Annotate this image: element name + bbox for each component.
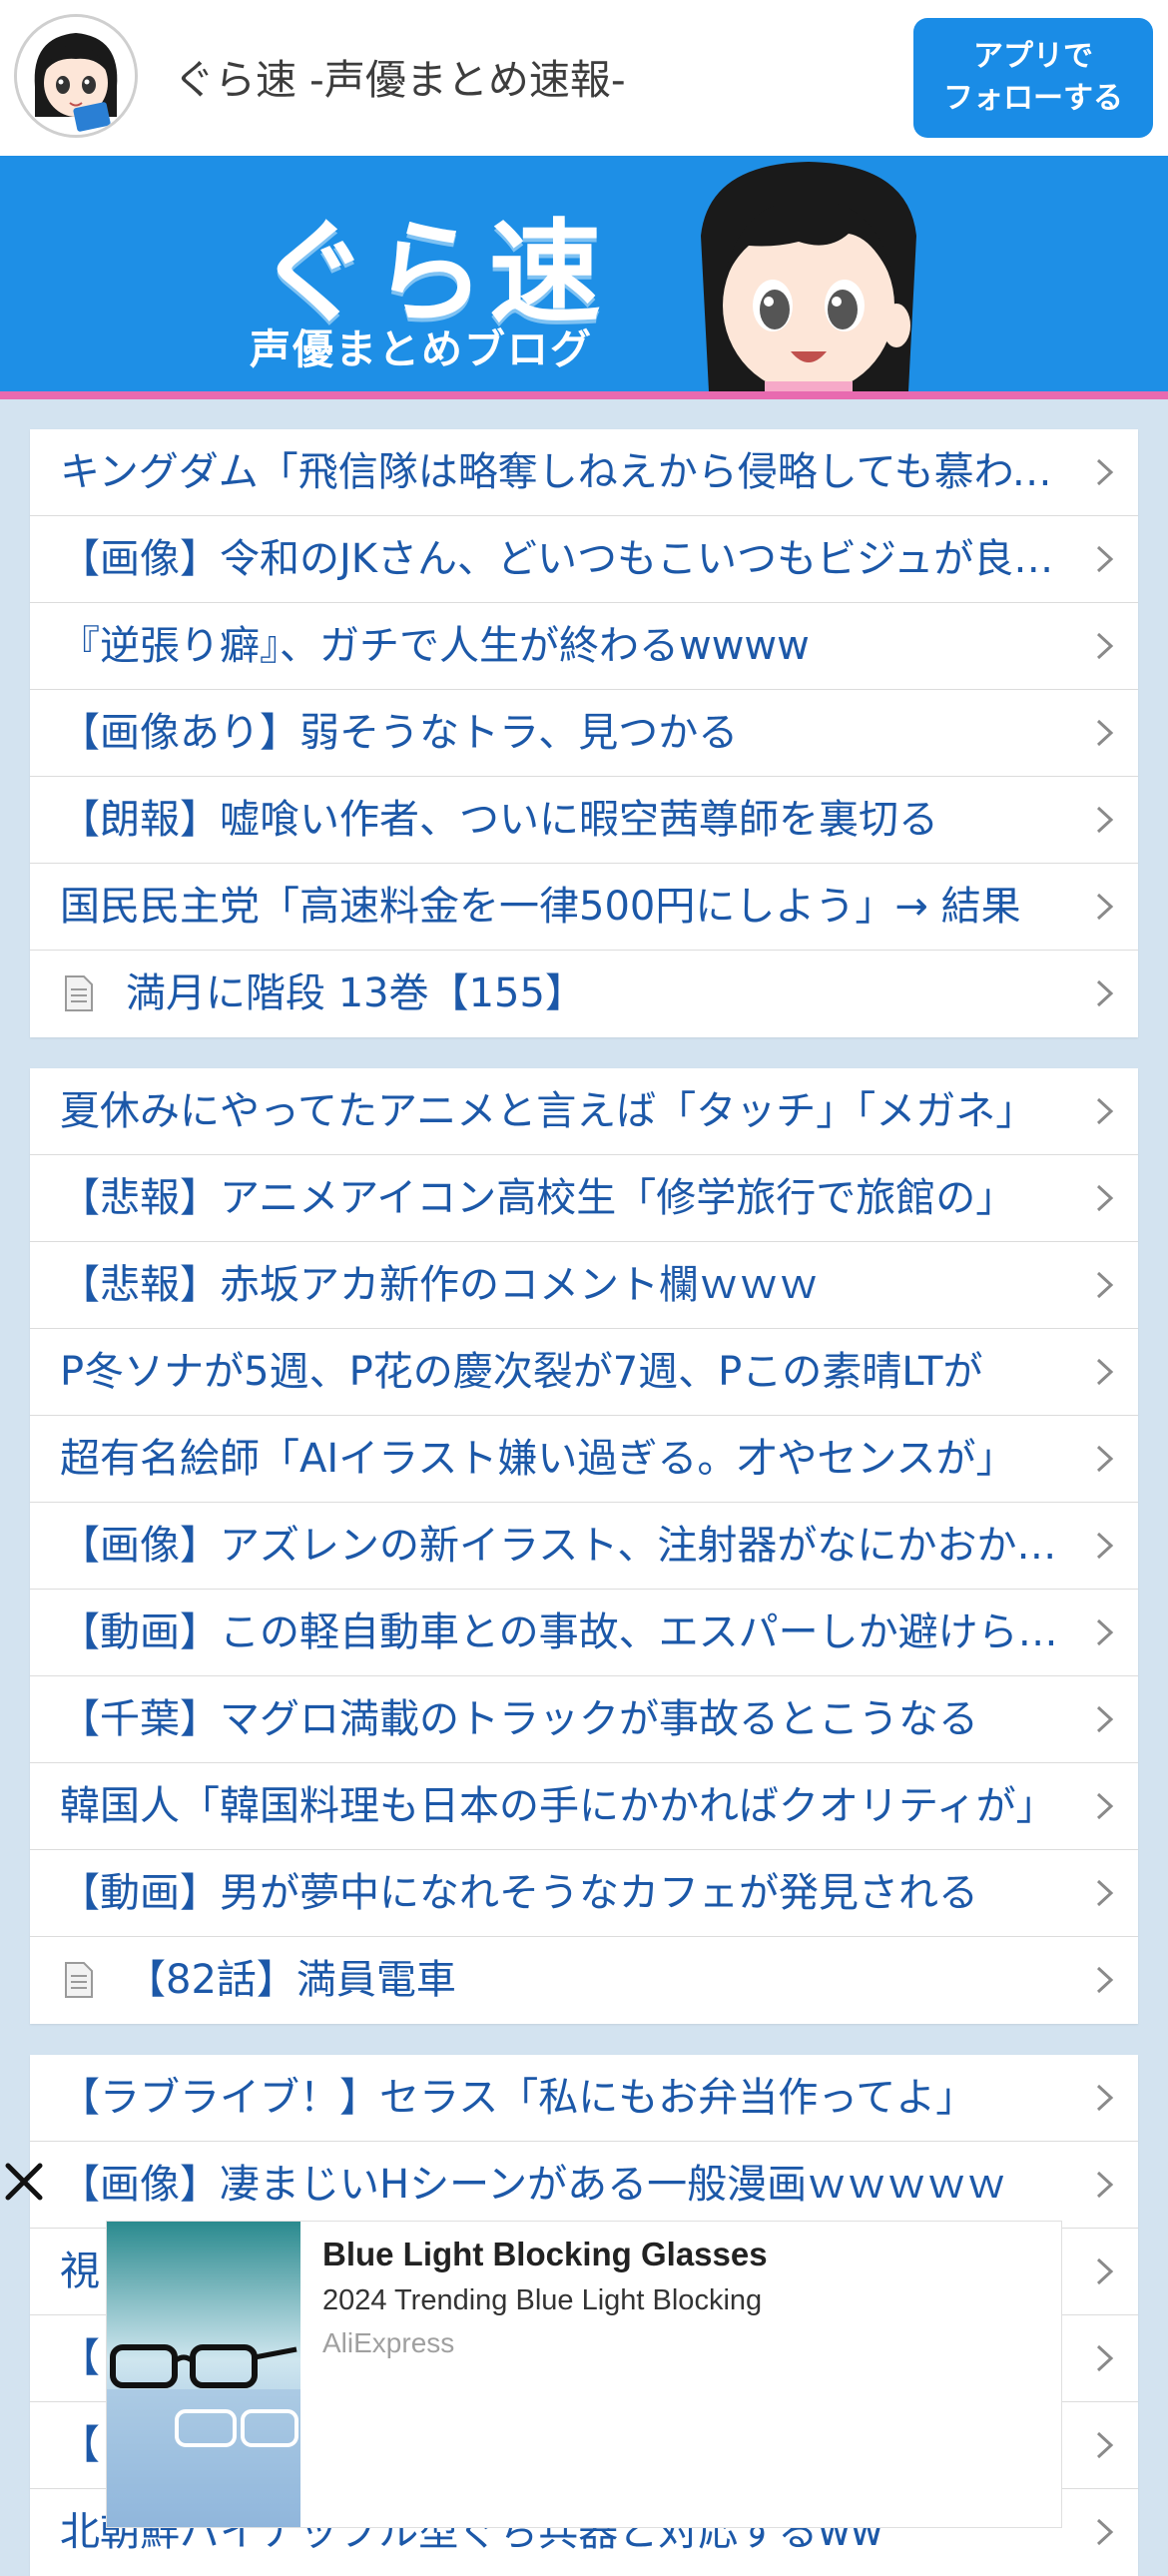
chevron-right-icon bbox=[1096, 458, 1114, 486]
list-item[interactable]: 夏休みにやってたアニメと言えば「タッチ」「メガネ」 bbox=[30, 1068, 1138, 1155]
article-title: 超有名絵師「AIイラスト嫌い過ぎる。才やセンスが」 bbox=[60, 1436, 1016, 1482]
article-title: 【動画】男が夢中になれそうなカフェが発見される bbox=[60, 1870, 978, 1916]
list-item[interactable]: 【画像】アズレンの新イラスト、注射器がなにかおかしい bbox=[30, 1503, 1138, 1590]
article-title: P冬ソナが5週、P花の慶次裂が7週、Pこの素晴LTが bbox=[60, 1349, 983, 1395]
banner-tagline: 声優まとめブログ bbox=[250, 325, 593, 373]
chevron-right-icon bbox=[1096, 1532, 1114, 1560]
article-title: 【千葉】マグロ満載のトラックが事故るとこうなる bbox=[60, 1696, 978, 1742]
close-icon[interactable] bbox=[2, 2160, 46, 2204]
chevron-right-icon bbox=[1096, 1705, 1114, 1733]
chevron-right-icon bbox=[1096, 2084, 1114, 2112]
list-item[interactable]: 【ラブライブ！】セラス「私にもお弁当作ってよ」 bbox=[30, 2055, 1138, 2142]
chevron-right-icon bbox=[1096, 2257, 1114, 2285]
list-item[interactable]: 【悲報】赤坂アカ新作のコメント欄ｗｗｗ bbox=[30, 1242, 1138, 1329]
list-item[interactable]: P冬ソナが5週、P花の慶次裂が7週、Pこの素晴LTが bbox=[30, 1329, 1138, 1416]
article-title: 【画像】凄まじいHシーンがある一般漫画ｗｗｗｗｗ bbox=[60, 2162, 1007, 2208]
article-title: キングダム「飛信隊は略奪しねえから侵略しても慕われるぜ」 bbox=[60, 449, 1068, 495]
article-title: 【画像】アズレンの新イラスト、注射器がなにかおかしい bbox=[60, 1523, 1068, 1569]
chevron-right-icon bbox=[1096, 1271, 1114, 1299]
app-header: ぐら速 -声優まとめ速報- アプリで フォローする bbox=[0, 0, 1168, 156]
chevron-right-icon bbox=[1096, 1184, 1114, 1212]
article-list-2: 夏休みにやってたアニメと言えば「タッチ」「メガネ」 【悲報】アニメアイコン高校生… bbox=[30, 1068, 1138, 2024]
list-item[interactable]: 【画像】令和のJKさん、どいつもこいつもビジュが良すぎる bbox=[30, 516, 1138, 603]
ad-banner[interactable]: Blue Light Blocking Glasses 2024 Trendin… bbox=[106, 2221, 1062, 2528]
chevron-right-icon bbox=[1096, 719, 1114, 747]
ad-title: Blue Light Blocking Glasses bbox=[322, 2236, 768, 2272]
list-item[interactable]: 【朗報】嘘喰い作者、ついに暇空茜尊師を裏切る bbox=[30, 777, 1138, 864]
chevron-right-icon bbox=[1096, 1097, 1114, 1125]
chevron-right-icon bbox=[1096, 2431, 1114, 2459]
list-item[interactable]: 国民民主党「高速料金を一律500円にしよう」→ 結果 bbox=[30, 864, 1138, 951]
list-item[interactable]: 【悲報】アニメアイコン高校生「修学旅行で旅館の」 bbox=[30, 1155, 1138, 1242]
chevron-right-icon bbox=[1096, 1358, 1114, 1386]
list-item[interactable]: 『逆張り癖』、ガチで人生が終わるwwww bbox=[30, 603, 1138, 690]
chevron-right-icon bbox=[1096, 806, 1114, 834]
list-item[interactable]: 【動画】この軽自動車との事故、エスパーしか避けられない bbox=[30, 1590, 1138, 1676]
list-item[interactable]: 超有名絵師「AIイラスト嫌い過ぎる。才やセンスが」 bbox=[30, 1416, 1138, 1503]
list-item[interactable]: 満月に階段 13巻【155】 bbox=[30, 951, 1138, 1037]
article-title: 【82話】満員電車 bbox=[126, 1957, 456, 2003]
article-title: 【悲報】赤坂アカ新作のコメント欄ｗｗｗ bbox=[60, 1262, 819, 1308]
list-item[interactable]: 【画像】凄まじいHシーンがある一般漫画ｗｗｗｗｗ bbox=[30, 2142, 1138, 2229]
follow-app-button[interactable]: アプリで フォローする bbox=[913, 18, 1153, 138]
article-title: 満月に階段 13巻【155】 bbox=[126, 970, 585, 1016]
article-title: 『逆張り癖』、ガチで人生が終わるwwww bbox=[60, 623, 810, 669]
chevron-right-icon bbox=[1096, 1618, 1114, 1646]
article-title: 国民民主党「高速料金を一律500円にしよう」→ 結果 bbox=[60, 884, 1021, 930]
chevron-right-icon bbox=[1096, 632, 1114, 660]
list-item[interactable]: 【画像あり】弱そうなトラ、見つかる bbox=[30, 690, 1138, 777]
ad-source: AliExpress bbox=[322, 2327, 455, 2358]
document-icon bbox=[65, 1962, 93, 1998]
chevron-right-icon bbox=[1096, 2344, 1114, 2372]
avatar[interactable] bbox=[14, 14, 138, 138]
chevron-right-icon bbox=[1096, 979, 1114, 1007]
chevron-right-icon bbox=[1096, 1792, 1114, 1820]
article-title: 夏休みにやってたアニメと言えば「タッチ」「メガネ」 bbox=[60, 1088, 1036, 1134]
ad-description: 2024 Trending Blue Light Blocking bbox=[322, 2284, 763, 2316]
site-title: ぐら速 -声優まとめ速報- bbox=[174, 56, 626, 104]
banner-divider bbox=[0, 391, 1168, 399]
list-item[interactable]: 【千葉】マグロ満載のトラックが事故るとこうなる bbox=[30, 1676, 1138, 1763]
article-title: 韓国人「韓国料理も日本の手にかかればクオリティが」 bbox=[60, 1783, 1056, 1829]
article-list-1: キングダム「飛信隊は略奪しねえから侵略しても慕われるぜ」 【画像】令和のJKさん… bbox=[30, 429, 1138, 1037]
chevron-right-icon bbox=[1096, 545, 1114, 573]
article-title: 【ラブライブ！】セラス「私にもお弁当作ってよ」 bbox=[60, 2075, 976, 2121]
list-item[interactable]: 韓国人「韓国料理も日本の手にかかればクオリティが」 bbox=[30, 1763, 1138, 1850]
article-title: 【画像】令和のJKさん、どいつもこいつもビジュが良すぎる bbox=[60, 536, 1068, 582]
article-title: 【動画】この軽自動車との事故、エスパーしか避けられない bbox=[60, 1610, 1068, 1655]
article-title: 【悲報】アニメアイコン高校生「修学旅行で旅館の」 bbox=[60, 1175, 1016, 1221]
chevron-right-icon bbox=[1096, 893, 1114, 921]
mascot-illustration bbox=[701, 162, 916, 391]
article-title: 【画像あり】弱そうなトラ、見つかる bbox=[60, 710, 739, 756]
site-banner[interactable]: ぐら速 声優まとめブログ bbox=[0, 156, 1168, 391]
chevron-right-icon bbox=[1096, 2171, 1114, 2199]
list-item[interactable]: 【82話】満員電車 bbox=[30, 1937, 1138, 2024]
article-title: 【朗報】嘘喰い作者、ついに暇空茜尊師を裏切る bbox=[60, 797, 938, 843]
chevron-right-icon bbox=[1096, 1879, 1114, 1907]
chevron-right-icon bbox=[1096, 1445, 1114, 1473]
ad-product-image bbox=[107, 2222, 300, 2527]
chevron-right-icon bbox=[1096, 2518, 1114, 2546]
document-icon bbox=[65, 975, 93, 1011]
chevron-right-icon bbox=[1096, 1966, 1114, 1994]
list-item[interactable]: 【動画】男が夢中になれそうなカフェが発見される bbox=[30, 1850, 1138, 1937]
list-item[interactable]: キングダム「飛信隊は略奪しねえから侵略しても慕われるぜ」 bbox=[30, 429, 1138, 516]
